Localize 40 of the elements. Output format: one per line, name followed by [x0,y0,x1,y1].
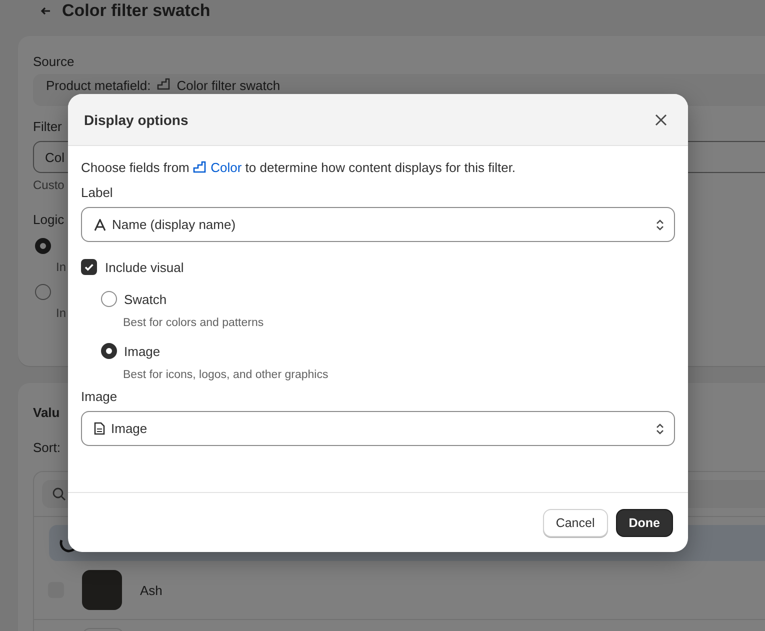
checkmark-icon [83,261,95,273]
search-icon [52,487,66,501]
filter-help: Custo [33,178,64,192]
image-field-label: Image [81,389,118,405]
source-value: Color filter swatch [176,78,280,93]
option-help: In [56,306,66,320]
value-name: Ash [140,582,162,598]
cancel-button[interactable]: Cancel [542,508,608,536]
source-label: Source [33,54,74,70]
image-select[interactable]: Image [81,411,675,446]
chevron-icon [656,422,664,434]
label-select[interactable]: Name (display name) [81,207,675,242]
text-icon [94,218,106,230]
radio-button[interactable] [101,291,117,307]
file-icon [94,422,105,435]
page-title: Color filter swatch [62,2,210,20]
radio-button[interactable] [35,284,51,300]
label-field-label: Label [81,185,113,201]
radio-button[interactable] [35,238,51,254]
logic-label: Logic [33,212,64,228]
intro-text: Choose fields from Color to determine how content displays for this filter. [81,159,516,177]
option-help: Best for icons, logos, and other graphics [123,369,328,381]
radio-button[interactable] [101,343,117,359]
filter-label: Filter [33,119,62,135]
include-visual-checkbox[interactable] [81,259,97,275]
sort-label: Sort: [33,440,60,455]
back-arrow-icon[interactable] [40,5,52,17]
chevron-icon [656,218,664,230]
dialog-title: Display options [84,112,188,128]
option-label: Image [124,344,160,358]
color-link[interactable]: Color [193,160,242,175]
color-thumbnail [82,570,122,610]
option-label: Swatch [124,292,167,306]
values-title: Valu [33,405,60,420]
close-icon[interactable] [655,114,667,126]
done-button[interactable]: Done [616,508,673,536]
option-help: In [56,260,66,274]
include-visual-label: Include visual [105,260,184,274]
option-help: Best for colors and patterns [123,317,264,329]
source-prefix: Product metafield: [46,78,151,93]
